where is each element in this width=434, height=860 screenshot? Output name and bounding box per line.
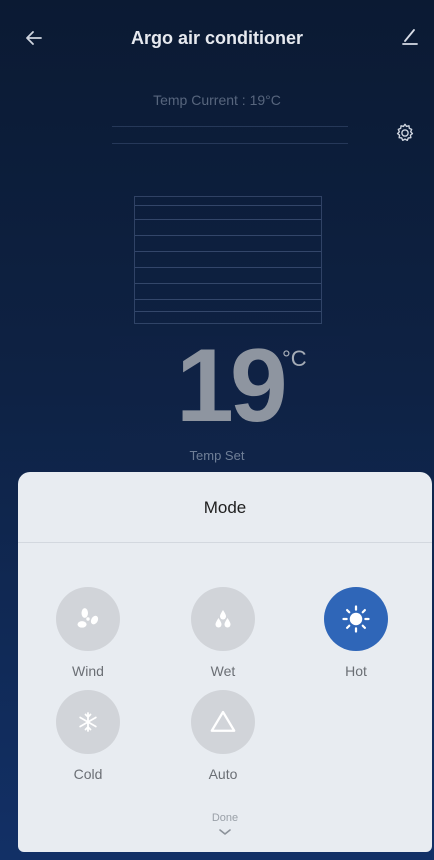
settings-button[interactable] (390, 118, 420, 148)
temperature-unit: °C (282, 346, 307, 371)
mode-circle (191, 587, 255, 651)
temp-set-label: Temp Set (189, 448, 245, 463)
mode-circle (324, 587, 388, 651)
done-button[interactable]: Done (18, 812, 432, 842)
mode-wind[interactable]: Wind (33, 587, 143, 679)
current-temperature: Temp Current : 19°C (153, 92, 281, 108)
snowflake-icon (79, 712, 97, 732)
done-label: Done (211, 812, 239, 824)
mode-label: Hot (345, 663, 367, 679)
pencil-icon (402, 29, 418, 45)
sun-icon (342, 605, 370, 633)
mode-cold[interactable]: Cold (33, 690, 143, 782)
mode-bottom-sheet: Mode Wind Wet Hot Cold Auto Done (18, 472, 432, 852)
gear-icon (396, 123, 414, 142)
sheet-title: Mode (203, 498, 247, 517)
mode-circle (56, 690, 120, 754)
triangle-icon (210, 710, 236, 732)
mode-label: Auto (208, 766, 238, 782)
mode-label: Wind (72, 663, 104, 679)
top-bar: Argo air conditioner (0, 0, 434, 80)
mode-circle (191, 690, 255, 754)
mode-auto[interactable]: Auto (168, 690, 278, 782)
divider (18, 542, 432, 543)
mode-wet[interactable]: Wet (168, 587, 278, 679)
page-title: Argo air conditioner (130, 28, 303, 48)
set-temperature-value: 19 (176, 328, 288, 444)
droplets-icon (215, 610, 231, 628)
edit-button[interactable] (396, 22, 424, 50)
vent-rail (112, 126, 348, 144)
mode-label: Cold (73, 766, 103, 782)
mode-hot[interactable]: Hot (301, 587, 411, 679)
mode-label: Wet (210, 663, 236, 679)
chevron-down-icon (219, 829, 231, 835)
fan-icon (77, 608, 99, 628)
ac-vent-illustration (134, 196, 322, 324)
mode-circle (56, 587, 120, 651)
